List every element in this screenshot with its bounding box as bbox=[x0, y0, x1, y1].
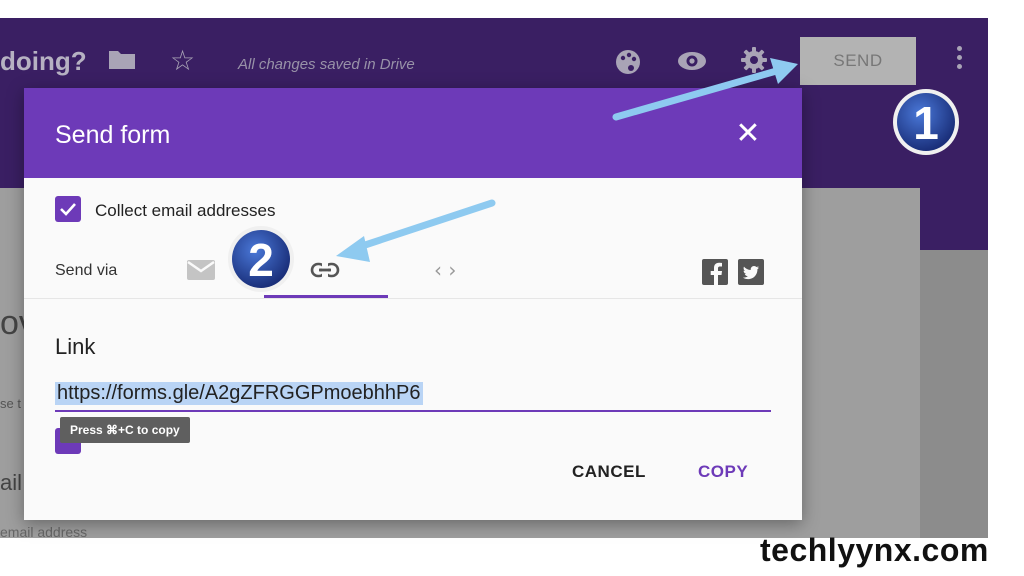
star-icon[interactable]: ☆ bbox=[170, 44, 195, 77]
send-button[interactable]: SEND bbox=[800, 37, 916, 85]
twitter-icon[interactable] bbox=[738, 259, 764, 285]
bg-email-heading-fragment: ail bbox=[0, 470, 23, 495]
cancel-button[interactable]: CANCEL bbox=[572, 462, 646, 482]
send-via-label: Send via bbox=[55, 262, 118, 279]
palette-icon[interactable] bbox=[614, 48, 642, 81]
more-options-icon[interactable] bbox=[954, 46, 964, 76]
copy-shortcut-tooltip: Press ⌘+C to copy bbox=[60, 417, 190, 443]
link-url-value[interactable]: https://forms.gle/A2gZFRGGPmoebhhP6 bbox=[55, 382, 423, 405]
collect-email-checkbox[interactable] bbox=[55, 196, 81, 222]
site-watermark: techlyynx.com bbox=[760, 532, 989, 568]
copy-button[interactable]: COPY bbox=[698, 462, 748, 482]
link-url-field[interactable]: https://forms.gle/A2gZFRGGPmoebhhP6 bbox=[55, 378, 771, 412]
stage: doing? ☆ All changes saved in Drive SEND bbox=[0, 0, 1024, 576]
dialog-title: Send form bbox=[55, 121, 171, 149]
send-form-dialog: Send form ✕ Collect email addresses Send… bbox=[24, 88, 802, 520]
preview-eye-icon[interactable] bbox=[677, 50, 707, 77]
tab-divider bbox=[24, 298, 802, 299]
save-status: All changes saved in Drive bbox=[238, 56, 415, 73]
tab-email-icon[interactable] bbox=[186, 258, 216, 282]
dialog-header: Send form ✕ bbox=[24, 88, 802, 178]
tab-link-icon[interactable] bbox=[310, 260, 340, 280]
settings-gear-icon[interactable] bbox=[740, 46, 768, 79]
close-icon: ✕ bbox=[735, 116, 761, 151]
bg-email-hint-fragment: email address bbox=[0, 524, 88, 538]
collect-email-label: Collect email addresses bbox=[95, 201, 276, 220]
bg-description-fragment: se t bbox=[0, 396, 21, 411]
facebook-icon[interactable] bbox=[702, 259, 728, 285]
tab-embed-icon[interactable]: ‹ › bbox=[434, 258, 466, 282]
form-title: doing? bbox=[0, 46, 87, 76]
link-heading: Link bbox=[55, 334, 96, 359]
folder-icon[interactable] bbox=[108, 48, 136, 70]
close-button[interactable]: ✕ bbox=[732, 118, 764, 150]
